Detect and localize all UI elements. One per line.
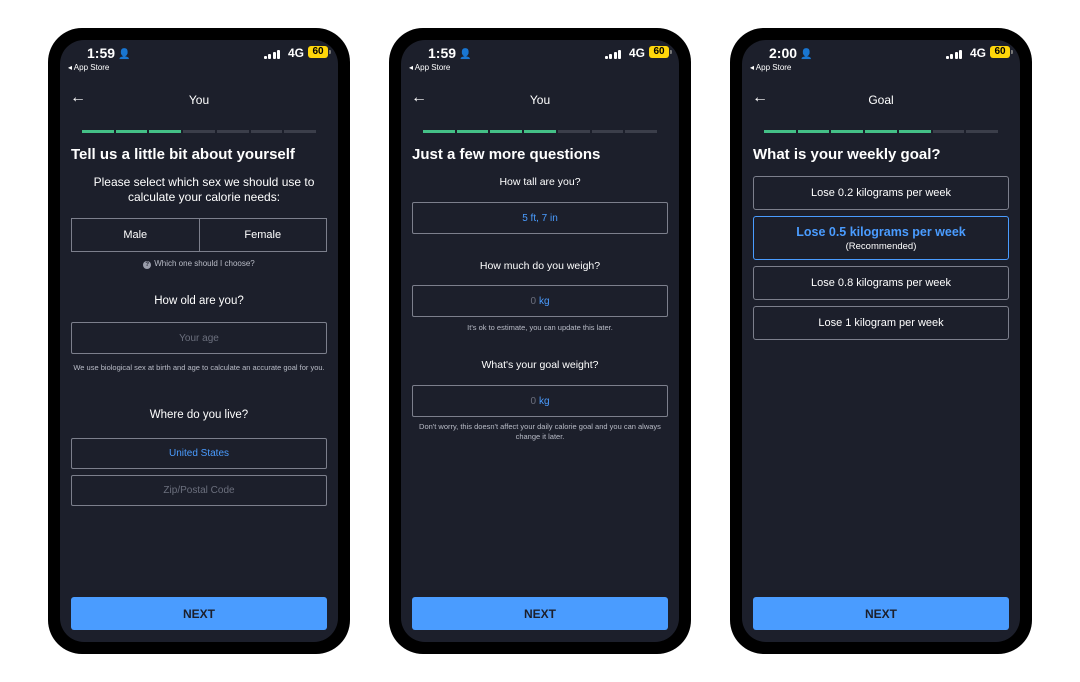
status-bar: 1:59 👤 ◂ App Store 4G 60	[401, 40, 679, 84]
network-type: 4G	[969, 46, 986, 60]
goal-weight-unit: kg	[539, 395, 550, 407]
status-time: 1:59	[428, 45, 457, 61]
nav-title: You	[529, 93, 551, 107]
progress-step	[490, 130, 523, 133]
goal-weight-input[interactable]: 0 kg	[412, 385, 668, 417]
screen-about-you: 1:59 👤 ◂ App Store 4G 60 ← You Tell us a …	[60, 40, 338, 642]
goal-option-label: Lose 0.5 kilograms per week	[796, 224, 966, 239]
progress-step	[524, 130, 556, 133]
female-option[interactable]: Female	[198, 219, 327, 251]
progress-step	[284, 130, 317, 133]
person-icon: 👤	[118, 49, 131, 60]
status-bar: 2:00 👤 ◂ App Store 4G 60	[742, 40, 1020, 84]
goal-option-0-2[interactable]: Lose 0.2 kilograms per week	[753, 176, 1009, 210]
progress-step	[183, 130, 215, 133]
progress-step	[932, 130, 965, 133]
phone-1: 1:59 👤 ◂ App Store 4G 60 ← You Tell us a …	[48, 28, 350, 654]
progress-step	[250, 130, 283, 133]
screen-weekly-goal: 2:00 👤 ◂ App Store 4G 60 ← Goal What is y…	[742, 40, 1020, 642]
phone-3: 2:00 👤 ◂ App Store 4G 60 ← Goal What is y…	[730, 28, 1032, 654]
progress-bar	[82, 130, 317, 133]
signal-icon	[263, 49, 280, 59]
height-input[interactable]: 5 ft, 7 in	[412, 202, 668, 234]
goal-weight-question: What's your goal weight?	[481, 359, 599, 371]
country-value: United States	[168, 448, 230, 459]
app-store-back-link[interactable]: ◂ App Store	[68, 63, 109, 72]
app-store-back-link[interactable]: ◂ App Store	[409, 63, 450, 72]
progress-step	[456, 130, 489, 133]
next-button[interactable]: NEXT	[753, 597, 1009, 630]
progress-step	[423, 130, 455, 133]
weight-note: It's ok to estimate, you can update this…	[467, 323, 613, 332]
progress-bar	[423, 130, 658, 133]
sex-selector: Male Female	[71, 218, 327, 252]
app-store-back-link[interactable]: ◂ App Store	[750, 63, 791, 72]
phone-2: 1:59 👤 ◂ App Store 4G 60 ← You Just a few…	[389, 28, 691, 654]
question-circle-icon: ?	[143, 261, 152, 269]
progress-step	[149, 130, 182, 133]
progress-bar	[764, 130, 999, 133]
signal-icon	[604, 49, 621, 59]
goal-option-0-8[interactable]: Lose 0.8 kilograms per week	[753, 266, 1009, 300]
age-note: We use biological sex at birth and age t…	[73, 363, 325, 372]
country-select[interactable]: United States	[71, 438, 327, 469]
progress-step	[557, 130, 590, 133]
zip-placeholder: Zip/Postal Code	[163, 485, 235, 496]
progress-step	[966, 130, 999, 133]
network-type: 4G	[287, 46, 304, 60]
progress-step	[82, 130, 114, 133]
weight-question: How much do you weigh?	[479, 260, 601, 272]
person-icon: 👤	[459, 49, 472, 60]
page-heading: Tell us a little bit about yourself	[71, 146, 295, 163]
sex-question: Please select which sex we should use to…	[93, 175, 315, 204]
screen-more-questions: 1:59 👤 ◂ App Store 4G 60 ← You Just a few…	[401, 40, 679, 642]
goal-weight-note: Don't worry, this doesn't affect your da…	[419, 422, 661, 441]
location-question: Where do you live?	[149, 409, 249, 421]
progress-step	[625, 130, 658, 133]
age-question: How old are you?	[154, 295, 244, 307]
weight-input[interactable]: 0 kg	[412, 285, 668, 317]
goal-option-label: Lose 1 kilogram per week	[818, 317, 944, 329]
age-input[interactable]: Your age	[71, 322, 327, 354]
battery-icon: 60	[990, 46, 1013, 58]
progress-step	[216, 130, 249, 133]
page-heading: Just a few more questions	[412, 146, 601, 163]
height-question: How tall are you?	[499, 176, 581, 188]
progress-step	[764, 130, 796, 133]
status-bar: 1:59 👤 ◂ App Store 4G 60	[60, 40, 338, 84]
zip-input[interactable]: Zip/Postal Code	[71, 475, 327, 506]
progress-step	[115, 130, 148, 133]
page-heading: What is your weekly goal?	[753, 146, 941, 163]
person-icon: 👤	[800, 49, 813, 60]
weight-value: 0	[530, 295, 536, 307]
battery-icon: 60	[649, 46, 672, 58]
battery-icon: 60	[308, 46, 331, 58]
age-placeholder: Your age	[179, 332, 219, 344]
male-option[interactable]: Male	[72, 219, 199, 251]
next-button[interactable]: NEXT	[412, 597, 668, 630]
sex-help-link[interactable]: ? Which one should I choose?	[70, 259, 328, 269]
sex-help-text: Which one should I choose?	[154, 259, 255, 268]
progress-step	[797, 130, 830, 133]
goal-weight-value: 0	[530, 395, 536, 407]
network-type: 4G	[628, 46, 645, 60]
progress-step	[865, 130, 897, 133]
weight-unit: kg	[539, 295, 550, 307]
status-time: 1:59	[87, 45, 116, 61]
goal-option-label: Lose 0.2 kilograms per week	[810, 187, 951, 199]
next-button[interactable]: NEXT	[71, 597, 327, 630]
status-time: 2:00	[769, 45, 798, 61]
signal-icon	[945, 49, 962, 59]
recommended-label: (Recommended)	[845, 240, 917, 252]
progress-step	[898, 130, 931, 133]
goal-option-0-5-selected[interactable]: Lose 0.5 kilograms per week (Recommended…	[753, 216, 1009, 260]
goal-option-label: Lose 0.8 kilograms per week	[810, 277, 951, 289]
progress-step	[831, 130, 864, 133]
nav-title: Goal	[868, 93, 894, 107]
height-value: 5 ft, 7 in	[522, 212, 558, 224]
progress-step	[591, 130, 624, 133]
nav-title: You	[188, 93, 210, 107]
goal-option-1[interactable]: Lose 1 kilogram per week	[753, 306, 1009, 340]
